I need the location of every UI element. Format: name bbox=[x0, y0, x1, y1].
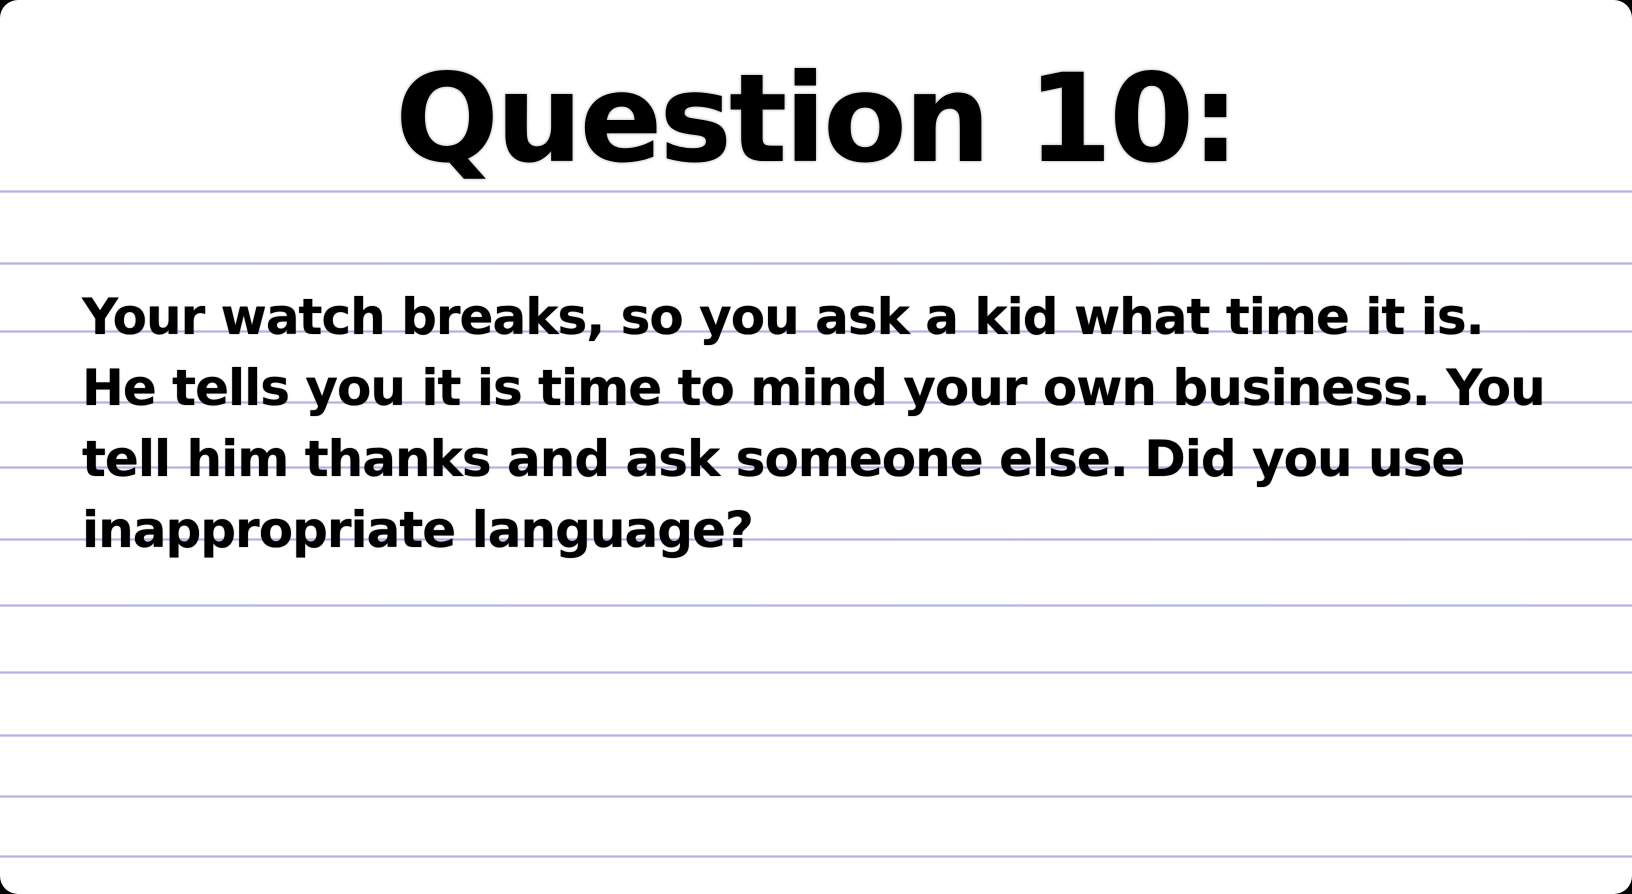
ruled-line bbox=[0, 604, 1632, 607]
ruled-line bbox=[0, 262, 1632, 265]
lined-paper-slide: Question 10: Your watch breaks, so you a… bbox=[0, 0, 1632, 894]
ruled-line bbox=[0, 734, 1632, 737]
ruled-line bbox=[0, 671, 1632, 674]
ruled-line bbox=[0, 855, 1632, 858]
question-title: Question 10: bbox=[395, 48, 1240, 190]
ruled-line bbox=[0, 795, 1632, 798]
question-text: Your watch breaks, so you ask a kid what… bbox=[82, 288, 1546, 559]
